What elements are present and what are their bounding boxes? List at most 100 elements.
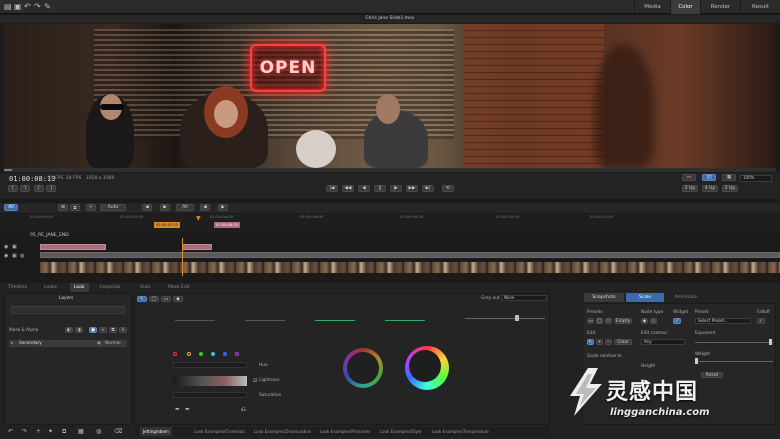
look-tab[interactable]: Look Examples/Temperature xyxy=(432,427,489,436)
redo-small-icon[interactable]: ↷ xyxy=(22,428,27,436)
view-single-button[interactable]: ▭ xyxy=(682,174,696,181)
view-4up-button[interactable]: 4 Up xyxy=(702,185,718,192)
prev-frame-button[interactable]: ◀◀ xyxy=(342,185,354,192)
tab-scale[interactable]: Scale xyxy=(626,293,664,302)
video-viewer[interactable]: OPEN xyxy=(4,24,776,168)
trash-icon[interactable]: ⌫ xyxy=(114,428,122,436)
select-tool-button[interactable]: ↖ xyxy=(137,296,147,302)
copy-icon[interactable]: ⧉ xyxy=(62,428,66,436)
exponent-thumb[interactable] xyxy=(769,339,772,345)
layer-visible-icon[interactable]: ◉ xyxy=(97,341,101,346)
node-type-a-icon[interactable]: ◆ xyxy=(641,318,648,324)
grid-icon[interactable]: ▦ xyxy=(78,428,84,436)
track2-mute-icon[interactable]: ◍ xyxy=(20,252,24,260)
timeline-ruler[interactable]: 01:00:00:00 01:00:02:00 01:00:04:00 01:0… xyxy=(0,214,780,232)
shape-tool-button[interactable]: ▭ xyxy=(161,296,171,302)
link-button[interactable]: ⧉ xyxy=(70,204,80,211)
color-red-swatch[interactable] xyxy=(173,352,177,356)
edit-select-icon[interactable]: ↖ xyxy=(587,339,594,345)
lightness-check-icon[interactable]: ☑ xyxy=(253,378,257,384)
go-end-button[interactable]: ▶| xyxy=(422,185,434,192)
reset-button[interactable]: Reset xyxy=(701,372,723,378)
open-icon[interactable]: ▤ xyxy=(4,3,12,11)
layers-slider[interactable] xyxy=(11,306,125,314)
star-icon[interactable]: ✦ xyxy=(48,428,53,436)
widget-toggle-icon[interactable]: ✓ xyxy=(673,318,681,324)
delete-layer-icon[interactable]: × xyxy=(119,327,127,333)
look-tab[interactable]: Look Examples/Desaturation xyxy=(254,427,311,436)
look-tab[interactable]: Look Examples/Cinematic xyxy=(194,427,246,436)
eyedropper-icon[interactable]: ✒ xyxy=(175,406,180,413)
undo-icon[interactable]: ↶ xyxy=(24,3,31,11)
clear-in-button[interactable]: ⌈ xyxy=(34,185,44,192)
play-reverse-button[interactable]: ◀ xyxy=(358,185,370,192)
alpha-icon[interactable]: ◑ xyxy=(75,327,83,333)
mask-tool-button[interactable]: ◯ xyxy=(149,296,159,302)
tab-media[interactable]: Media xyxy=(634,0,670,14)
tab-mask-edit[interactable]: Mask Edit xyxy=(164,283,194,292)
tab-animation[interactable]: Animation xyxy=(666,293,706,302)
view-split-button[interactable]: ▯▯ xyxy=(702,174,716,181)
palette-icon[interactable]: ◍ xyxy=(96,428,101,436)
tab-look[interactable]: Look xyxy=(70,283,89,292)
add-layer-icon[interactable]: + xyxy=(99,327,107,333)
stop-button[interactable]: ‖ xyxy=(374,185,386,192)
layer-row[interactable]: ▸ Secondary ◉ Normal xyxy=(9,340,127,347)
edit-contour-select[interactable]: Any xyxy=(641,339,685,345)
look-tab[interactable]: Look Examples/Style xyxy=(380,427,421,436)
slider-thumb[interactable] xyxy=(515,315,519,321)
track2-visibility-icon[interactable]: ◉ xyxy=(4,252,8,260)
color-green-swatch[interactable] xyxy=(199,352,203,356)
clip-secondary[interactable] xyxy=(40,244,106,250)
view-grid-button[interactable]: ▦ xyxy=(722,174,736,181)
view-2up-button[interactable]: 2 Up xyxy=(682,185,698,192)
color-wheel-left[interactable] xyxy=(343,348,383,388)
layer-view-icon[interactable]: ▣ xyxy=(89,327,97,333)
color-blue-swatch[interactable] xyxy=(223,352,227,356)
prev-mark-button[interactable]: ◀ xyxy=(200,204,210,211)
mark-out-button[interactable]: ] xyxy=(20,185,30,192)
empty-button[interactable]: Empty xyxy=(614,318,632,324)
tab-snapshots[interactable]: Snapshots xyxy=(584,293,624,302)
zoom-select[interactable]: 100% xyxy=(740,175,772,182)
undo-small-icon[interactable]: ↶ xyxy=(8,428,13,436)
out-point-marker[interactable]: 01:00:08:23 xyxy=(214,222,240,228)
track-lock-icon[interactable]: ▣ xyxy=(12,243,17,251)
auto-button[interactable]: Auto xyxy=(100,204,126,211)
mask-icon[interactable]: ◐ xyxy=(65,327,73,333)
playhead[interactable] xyxy=(182,238,183,276)
next-mark-button[interactable]: ▶ xyxy=(218,204,228,211)
add-icon[interactable]: + xyxy=(36,428,41,436)
weight-slider[interactable] xyxy=(695,361,773,362)
scrub-bar[interactable] xyxy=(4,168,776,172)
clip-grade[interactable] xyxy=(182,244,212,250)
preset-select[interactable]: Select Preset... xyxy=(695,318,751,324)
tab-looks[interactable]: Looks xyxy=(40,283,61,292)
track-visibility-icon[interactable]: ◉ xyxy=(4,243,8,251)
wrench-icon[interactable]: ✎ xyxy=(44,3,51,11)
clear-button[interactable]: Clear xyxy=(614,339,632,345)
look-tab[interactable]: Look Examples/Primaries xyxy=(320,427,370,436)
slider-track[interactable] xyxy=(465,318,545,319)
save-icon[interactable]: ▣ xyxy=(14,3,22,11)
all-clips-button[interactable]: All xyxy=(176,204,194,211)
weight-thumb[interactable] xyxy=(695,358,698,364)
grey-out-select[interactable]: None xyxy=(501,295,547,301)
preset-poly-icon[interactable]: ⬠ xyxy=(605,318,612,324)
color-cyan-swatch[interactable] xyxy=(211,352,215,356)
mark-in-button[interactable]: [ xyxy=(8,185,18,192)
color-orange-swatch[interactable] xyxy=(187,352,191,356)
filmstrip-track[interactable] xyxy=(40,262,780,273)
color-wheel-right[interactable] xyxy=(405,346,449,390)
prev-clip-button[interactable]: ◀ xyxy=(142,204,152,211)
falloff-toggle-icon[interactable]: ✓ xyxy=(757,318,765,324)
tab-auto[interactable]: Auto xyxy=(136,283,154,292)
next-clip-button[interactable]: ▶ xyxy=(160,204,170,211)
edit-add-point-icon[interactable]: + xyxy=(596,339,603,345)
tab-result[interactable]: Result xyxy=(740,0,780,14)
layer-mode[interactable]: Normal xyxy=(105,341,121,346)
next-frame-button[interactable]: ▶▶ xyxy=(406,185,418,192)
preset-rect-icon[interactable]: ▭ xyxy=(587,318,594,324)
layer-expand-icon[interactable]: ▸ xyxy=(11,341,13,346)
playhead-marker-icon[interactable]: ▼ xyxy=(196,215,201,222)
